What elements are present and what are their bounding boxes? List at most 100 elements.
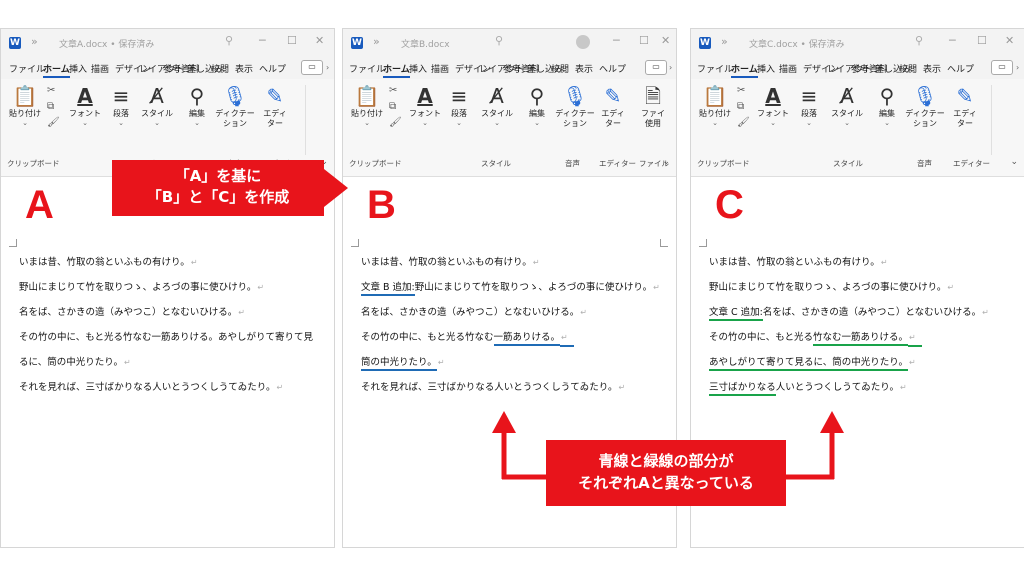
editor-button[interactable]: ✎ エディ ター (593, 83, 633, 129)
format-painter-icon[interactable]: 🖌 (737, 117, 750, 128)
dictation-button[interactable]: 🎙 ディクテー ション (905, 83, 945, 129)
search-icon[interactable]: ⚲ (225, 34, 233, 47)
copy-icon[interactable]: ⧉ (47, 101, 54, 112)
tab-help[interactable]: ヘルプ (259, 62, 286, 75)
tab-review[interactable]: 校閲 (551, 62, 569, 75)
editor-button[interactable]: ✎ エディ ター (945, 83, 985, 129)
tab-insert[interactable]: 挿入 (757, 62, 775, 75)
close-icon[interactable]: ✕ (315, 34, 324, 47)
tab-home[interactable]: ホーム (43, 62, 70, 78)
edit-button[interactable]: ⚲ 編集 ⌄ (867, 83, 907, 127)
chevron-more-icon[interactable]: » (373, 35, 380, 48)
minimize-icon[interactable]: ─ (949, 34, 956, 47)
maximize-icon[interactable]: ☐ (977, 34, 987, 47)
tab-draw[interactable]: 描画 (431, 62, 449, 75)
tab-review[interactable]: 校閲 (211, 62, 229, 75)
document-title[interactable]: 文章C.docx • 保存済み (749, 37, 845, 50)
tabs-scroll-icon[interactable]: › (669, 60, 676, 75)
close-icon[interactable]: ✕ (661, 34, 670, 47)
text-line[interactable]: いまは昔、竹取の翁といふもの有けり。↵ (19, 257, 198, 269)
text-line[interactable]: るに、筒の中光りたり。↵ (19, 357, 131, 369)
tab-help[interactable]: ヘルプ (947, 62, 974, 75)
tab-draw[interactable]: 描画 (779, 62, 797, 75)
tab-file[interactable]: ファイル (697, 62, 733, 75)
text-line[interactable]: それを見れば、三寸ばかりなる人いとうつくしうてゐたり。↵ (19, 382, 283, 394)
style-button[interactable]: A̸ スタイル ⌄ (827, 83, 867, 127)
cut-icon[interactable]: ✂ (737, 85, 745, 96)
minimize-icon[interactable]: ─ (613, 34, 620, 47)
tab-file[interactable]: ファイル (9, 62, 45, 75)
font-button[interactable]: A フォント ⌄ (753, 83, 793, 127)
document-title[interactable]: 文章B.docx (401, 37, 450, 50)
text-line[interactable]: 名をば、さかきの造（みやつこ）となむいひける。↵ (19, 307, 245, 319)
minimize-icon[interactable]: ─ (259, 34, 266, 47)
maximize-icon[interactable]: ☐ (639, 34, 649, 47)
tab-home[interactable]: ホーム (383, 62, 410, 78)
text-line[interactable]: 筒の中光りたり。↵ (361, 357, 445, 371)
tab-view[interactable]: 表示 (923, 62, 941, 75)
tabs-scroll-icon[interactable]: › (1016, 60, 1024, 75)
word-app-icon[interactable]: W (351, 37, 363, 49)
tab-view[interactable]: 表示 (235, 62, 253, 75)
style-button[interactable]: A̸ スタイル ⌄ (477, 83, 517, 127)
tab-view[interactable]: 表示 (575, 62, 593, 75)
text-line[interactable]: その竹の中に、もと光る竹なむ一筋ありける。↵ (709, 332, 916, 346)
edit-button[interactable]: ⚲ 編集 ⌄ (517, 83, 557, 127)
format-painter-icon[interactable]: 🖌 (389, 117, 402, 128)
search-icon[interactable]: ⚲ (915, 34, 923, 47)
cut-icon[interactable]: ✂ (47, 85, 55, 96)
comment-icon[interactable]: ▭ (991, 60, 1013, 75)
ribbon-expand-icon[interactable]: ⌄ (1010, 157, 1018, 167)
tab-file[interactable]: ファイル (349, 62, 385, 75)
font-button[interactable]: A フォント ⌄ (65, 83, 105, 127)
word-app-icon[interactable]: W (9, 37, 21, 49)
style-button[interactable]: A̸ スタイル ⌄ (137, 83, 177, 127)
search-icon[interactable]: ⚲ (495, 34, 503, 47)
copy-icon[interactable]: ⧉ (389, 101, 396, 112)
paste-button[interactable]: 📋 貼り付け ⌄ (347, 83, 387, 127)
tab-help[interactable]: ヘルプ (599, 62, 626, 75)
comment-icon[interactable]: ▭ (301, 60, 323, 75)
paragraph-button[interactable]: ≡ 段落 ⌄ (101, 83, 141, 127)
maximize-icon[interactable]: ☐ (287, 34, 297, 47)
tabs-scroll-icon[interactable]: › (326, 60, 334, 75)
cut-icon[interactable]: ✂ (389, 85, 397, 96)
text-line[interactable]: その竹の中に、もと光る竹なむ一筋ありける。↵ (361, 332, 568, 346)
word-app-icon[interactable]: W (699, 37, 711, 49)
chevron-more-icon[interactable]: » (31, 35, 38, 48)
paste-button[interactable]: 📋 貼り付け ⌄ (695, 83, 735, 127)
tab-home[interactable]: ホーム (731, 62, 758, 78)
text-line[interactable]: いまは昔、竹取の翁といふもの有けり。↵ (709, 257, 888, 269)
format-painter-icon[interactable]: 🖌 (47, 117, 60, 128)
tab-draw[interactable]: 描画 (91, 62, 109, 75)
editor-button[interactable]: ✎ エディ ター (255, 83, 295, 129)
document-title[interactable]: 文章A.docx • 保存済み (59, 37, 154, 50)
text-line[interactable]: 文章 C 追加:名をば、さかきの造（みやつこ）となむいひける。↵ (709, 307, 989, 321)
document-page[interactable]: A いまは昔、竹取の翁といふもの有けり。↵ 野山にまじりて竹を取りつゝ、よろづの事… (1, 177, 334, 547)
paragraph-button[interactable]: ≡ 段落 ⌄ (789, 83, 829, 127)
files-button[interactable]: 🗎 ファイ 使用 (633, 83, 673, 129)
dictation-button[interactable]: 🎙 ディクテー ション (555, 83, 595, 129)
text-line[interactable]: それを見れば、三寸ばかりなる人いとうつくしうてゐたり。↵ (361, 382, 625, 394)
text-line[interactable]: その竹の中に、もと光る竹なむ一筋ありける。あやしがりて寄りて見 (19, 332, 313, 344)
copy-icon[interactable]: ⧉ (737, 101, 744, 112)
text-line[interactable]: 野山にまじりて竹を取りつゝ、よろづの事に使ひけり。↵ (709, 282, 954, 294)
paste-button[interactable]: 📋 貼り付け ⌄ (5, 83, 45, 127)
tab-review[interactable]: 校閲 (899, 62, 917, 75)
text-line[interactable]: あやしがりて寄りて見るに、筒の中光りたり。↵ (709, 357, 916, 371)
text-line[interactable]: いまは昔、竹取の翁といふもの有けり。↵ (361, 257, 540, 269)
text-line[interactable]: 三寸ばかりなる人いとうつくしうてゐたり。↵ (709, 382, 907, 396)
paragraph-button[interactable]: ≡ 段落 ⌄ (439, 83, 479, 127)
dictation-button[interactable]: 🎙 ディクテー ション (215, 83, 255, 129)
ribbon-expand-icon[interactable]: ⌄ (662, 157, 670, 167)
avatar-icon[interactable] (576, 35, 590, 49)
edit-button[interactable]: ⚲ 編集 ⌄ (177, 83, 217, 127)
tab-insert[interactable]: 挿入 (409, 62, 427, 75)
text-line[interactable]: 名をば、さかきの造（みやつこ）となむいひける。↵ (361, 307, 587, 319)
comment-icon[interactable]: ▭ (645, 60, 667, 75)
chevron-more-icon[interactable]: » (721, 35, 728, 48)
tab-insert[interactable]: 挿入 (69, 62, 87, 75)
text-line[interactable]: 文章 B 追加:野山にまじりて竹を取りつゝ、よろづの事に使ひけり。↵ (361, 282, 660, 296)
close-icon[interactable]: ✕ (1005, 34, 1014, 47)
text-line[interactable]: 野山にまじりて竹を取りつゝ、よろづの事に使ひけり。↵ (19, 282, 264, 294)
